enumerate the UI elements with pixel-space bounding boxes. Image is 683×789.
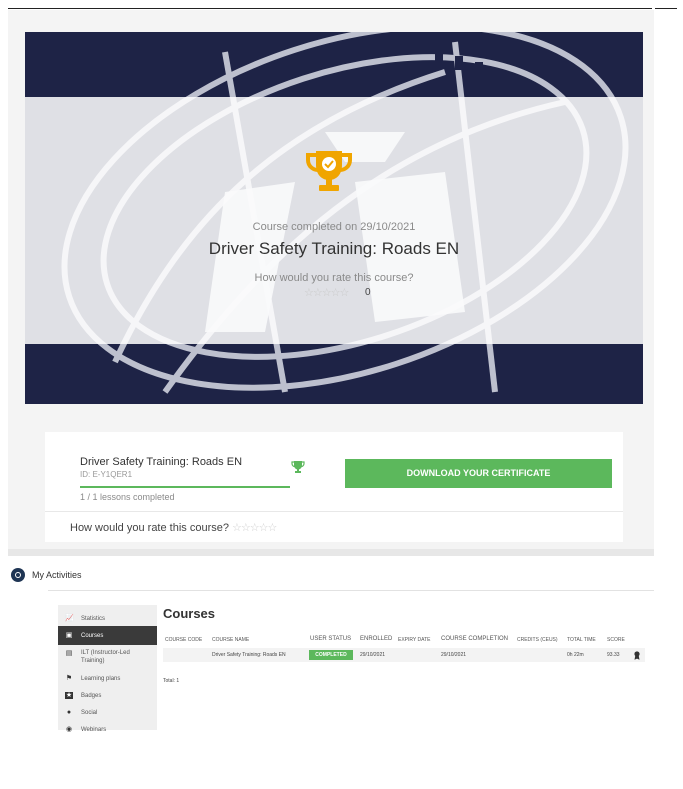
hero-star-rating[interactable]: ☆☆☆☆☆ bbox=[304, 286, 349, 299]
courses-icon: ▣ bbox=[65, 632, 73, 639]
card-rate-question: How would you rate this course? bbox=[70, 522, 229, 534]
cell-course-completion: 29/10/2021 bbox=[441, 652, 467, 658]
column-header-course-code[interactable]: COURSE CODE bbox=[165, 637, 202, 643]
card-star-rating[interactable]: ☆☆☆☆☆ bbox=[232, 522, 277, 534]
certificate-medal-icon[interactable] bbox=[633, 651, 641, 660]
status-badge: COMPLETED bbox=[309, 650, 353, 660]
sidebar-item-label: Webinars bbox=[81, 727, 107, 733]
column-header-course-name[interactable]: COURSE NAME bbox=[212, 637, 249, 643]
card-course-id: ID: E-Y1QER1 bbox=[80, 470, 133, 479]
section-divider-band bbox=[8, 549, 654, 556]
activities-sidebar: 📈 Statistics ▣ Courses ▤ ILT (Instructor… bbox=[58, 605, 157, 733]
activities-header-divider bbox=[48, 590, 654, 591]
top-border-right bbox=[655, 8, 677, 9]
course-hero-banner: Course completed on 29/10/2021 Driver Sa… bbox=[25, 32, 643, 404]
lesson-progress-fill bbox=[80, 486, 290, 488]
activities-left-gutter bbox=[8, 591, 48, 745]
chart-icon: 📈 bbox=[65, 615, 74, 622]
hero-rate-question: How would you rate this course? bbox=[254, 272, 414, 284]
sidebar-item-webinars[interactable]: ◉ Webinars bbox=[58, 720, 157, 739]
sidebar-item-label: Learning plans bbox=[81, 676, 121, 682]
sidebar-item-label: Courses bbox=[81, 633, 104, 639]
column-header-total-time[interactable]: TOTAL TIME bbox=[567, 637, 596, 643]
lesson-progress-bar bbox=[80, 486, 290, 488]
card-rate-row: How would you rate this course? ☆☆☆☆☆ bbox=[70, 521, 277, 534]
cell-enrolled: 29/10/2021 bbox=[360, 652, 386, 658]
sidebar-item-label: Badges bbox=[81, 693, 102, 699]
top-border bbox=[8, 8, 652, 9]
column-header-credits[interactable]: CREDITS (CEUS) bbox=[517, 637, 558, 643]
sidebar-item-ilt[interactable]: ▤ ILT (Instructor-Led Training) bbox=[58, 644, 157, 668]
sidebar-item-courses[interactable]: ▣ Courses bbox=[58, 626, 157, 645]
sidebar-item-label: ILT (Instructor-Led Training) bbox=[81, 650, 130, 664]
column-header-user-status[interactable]: USER STATUS bbox=[310, 636, 351, 642]
trophy-icon bbox=[291, 461, 305, 473]
column-header-course-completion[interactable]: COURSE COMPLETION bbox=[441, 636, 508, 642]
hero-course-title: Driver Safety Training: Roads EN bbox=[208, 239, 460, 258]
social-icon: ● bbox=[66, 709, 72, 716]
column-header-expiry-date[interactable]: EXPIRY DATE bbox=[398, 637, 431, 643]
badge-icon: ★ bbox=[65, 692, 73, 699]
courses-heading: Courses bbox=[163, 606, 216, 621]
webinar-icon: ◉ bbox=[65, 726, 73, 733]
course-summary-card: Driver Safety Training: Roads EN ID: E-Y… bbox=[45, 432, 623, 542]
ilt-icon: ▤ bbox=[65, 650, 73, 657]
sidebar-item-label: Social bbox=[81, 710, 98, 716]
learning-plan-icon: ⚑ bbox=[65, 675, 73, 682]
card-course-title: Driver Safety Training: Roads EN bbox=[80, 456, 243, 468]
column-header-score[interactable]: SCORE bbox=[607, 637, 625, 643]
card-divider bbox=[45, 511, 623, 512]
completion-date-text: Course completed on 29/10/2021 bbox=[252, 221, 416, 233]
cell-total-time: 0h 22m bbox=[567, 652, 584, 658]
table-total: Total: 1 bbox=[163, 678, 180, 684]
cell-score: 93.33 bbox=[607, 652, 620, 658]
activities-logo-icon bbox=[11, 568, 25, 582]
lessons-completed-text: 1 / 1 lessons completed bbox=[80, 492, 175, 502]
cell-course-name[interactable]: Driver Safety Training: Roads EN bbox=[212, 652, 286, 658]
column-header-enrolled[interactable]: ENROLLED bbox=[360, 636, 392, 642]
trophy-check-icon bbox=[306, 151, 352, 191]
download-certificate-button[interactable]: DOWNLOAD YOUR CERTIFICATE bbox=[345, 459, 612, 488]
sidebar-item-label: Statistics bbox=[81, 616, 106, 622]
hero-rating-count: 0 bbox=[365, 287, 371, 298]
my-activities-title: My Activities bbox=[32, 570, 82, 580]
